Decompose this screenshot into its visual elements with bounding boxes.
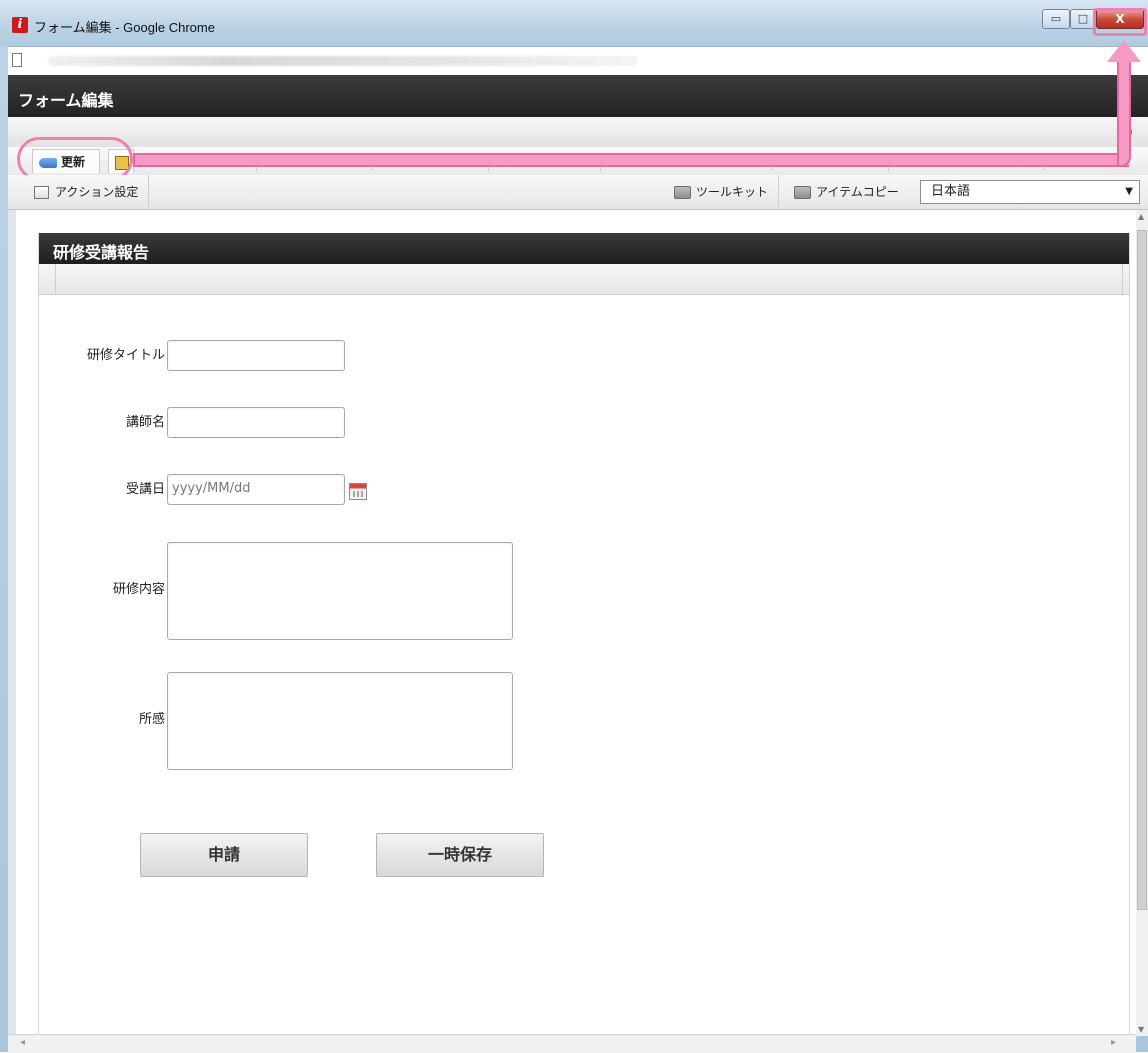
form-title-bar: 研修受講報告 <box>39 233 1129 264</box>
url-text-blurred <box>48 56 638 66</box>
briefcase-icon <box>794 186 811 199</box>
annotation-arrow-head <box>1107 40 1141 62</box>
item-copy-label: アイテムコピー <box>816 185 899 199</box>
date-input[interactable]: yyyy/MM/dd <box>167 474 345 505</box>
vertical-scrollbar[interactable]: ▲ ▼ <box>1136 210 1148 1036</box>
left-rail <box>8 210 16 1036</box>
action-settings-button[interactable]: アクション設定 <box>34 175 150 209</box>
scrollbar-thumb[interactable] <box>1137 230 1147 910</box>
app-logo-icon: i <box>12 17 28 33</box>
toolbar: アクション設定 ツールキット アイテムコピー 日本語 ▼ <box>8 175 1148 210</box>
impressions-label: 所感 <box>138 712 165 727</box>
toolkit-button[interactable]: ツールキット <box>674 175 780 209</box>
content-textarea[interactable] <box>167 542 513 640</box>
form-panel: 研修受講報告 研修タイトル 講師名 受講日 yyyy/MM/dd 研修内容 所感… <box>38 233 1130 1036</box>
scroll-down-icon[interactable]: ▼ <box>1138 1025 1144 1034</box>
toolkit-label: ツールキット <box>696 185 769 199</box>
title-bar: i フォーム編集 - Google Chrome ▭ □ X <box>0 0 1148 46</box>
language-selected: 日本語 <box>931 184 971 199</box>
scroll-left-icon[interactable]: ◂ <box>20 1037 25 1048</box>
training-title-input[interactable] <box>167 340 345 371</box>
annotation-arrow-vertical <box>1117 60 1131 167</box>
scroll-up-icon[interactable]: ▲ <box>1138 212 1144 221</box>
action-settings-label: アクション設定 <box>55 185 139 199</box>
annotation-arrow-horizontal <box>133 153 1129 167</box>
item-copy-button[interactable]: アイテムコピー <box>794 175 899 209</box>
form-subheader <box>39 264 1129 295</box>
browser-window: i フォーム編集 - Google Chrome ▭ □ X フォーム編集 更新 <box>0 0 1148 1053</box>
action-settings-icon <box>34 186 49 199</box>
info-strip <box>8 117 1148 148</box>
close-button-highlight <box>1093 8 1147 36</box>
instructor-input[interactable] <box>167 407 345 438</box>
minimize-button[interactable]: ▭ <box>1042 9 1070 29</box>
horizontal-scrollbar[interactable]: ◂ ▸ <box>8 1034 1136 1053</box>
instructor-label: 講師名 <box>125 415 165 430</box>
address-bar[interactable] <box>8 46 1148 76</box>
form-title: 研修受講報告 <box>53 243 150 262</box>
apply-button[interactable]: 申請 <box>140 833 308 877</box>
language-select[interactable]: 日本語 ▼ <box>920 180 1140 204</box>
page-title: フォーム編集 <box>18 91 114 110</box>
scroll-right-icon[interactable]: ▸ <box>1111 1037 1116 1048</box>
content-area: 研修受講報告 研修タイトル 講師名 受講日 yyyy/MM/dd 研修内容 所感… <box>8 210 1136 1036</box>
divider <box>1122 264 1123 294</box>
window-title: フォーム編集 - Google Chrome <box>34 20 215 35</box>
date-label: 受講日 <box>125 482 165 497</box>
content-label: 研修内容 <box>112 582 165 597</box>
divider <box>55 264 56 294</box>
briefcase-icon <box>674 186 691 199</box>
calendar-icon[interactable] <box>349 483 367 500</box>
training-title-label: 研修タイトル <box>86 348 165 363</box>
chevron-down-icon: ▼ <box>1125 186 1133 197</box>
page-icon <box>12 53 22 67</box>
app-header: フォーム編集 <box>8 75 1148 117</box>
impressions-textarea[interactable] <box>167 672 513 770</box>
save-draft-button[interactable]: 一時保存 <box>376 833 544 877</box>
